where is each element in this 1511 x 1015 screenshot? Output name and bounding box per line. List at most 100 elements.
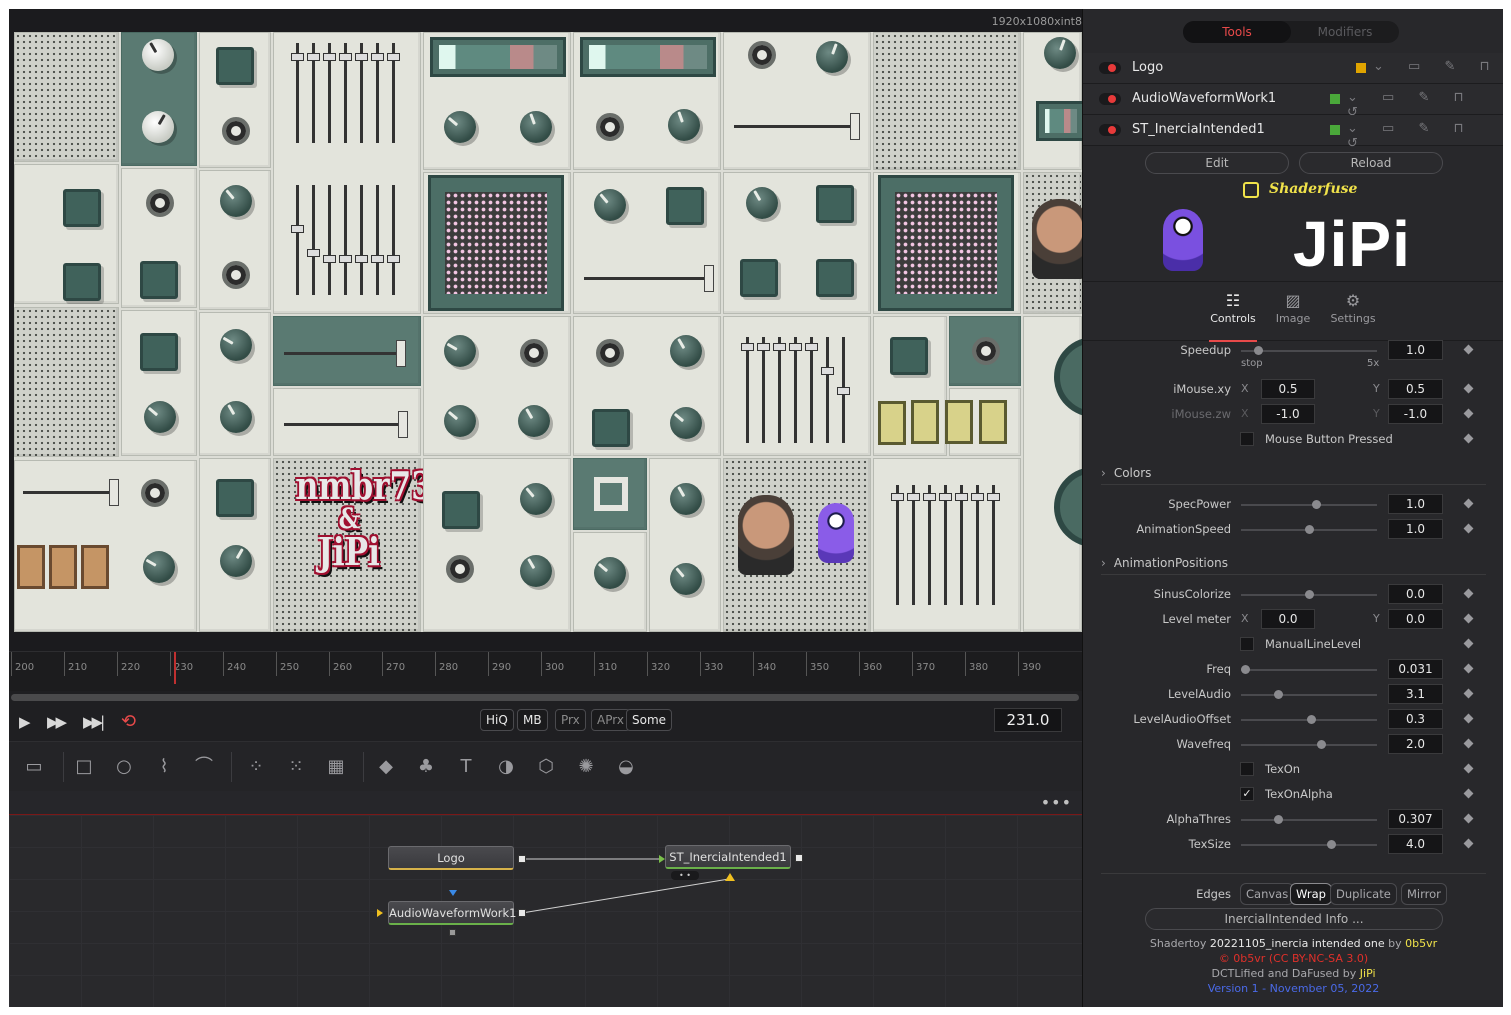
tool-color-swatch[interactable] [1356,63,1366,73]
skip-to-end-icon[interactable]: ▶▶| [83,710,105,734]
specpower-value[interactable]: 1.0 [1388,494,1443,514]
node-st-inercia[interactable]: ST_InerciaIntended1 [665,845,791,869]
timeline-scrollbar[interactable] [11,694,1079,701]
keyframe-icon[interactable] [1463,613,1474,624]
levelaudio-value[interactable]: 3.1 [1388,684,1443,704]
reload-button[interactable]: Reload [1299,152,1443,174]
author-link[interactable]: 0b5vr [1405,937,1437,950]
merge-3d-icon[interactable]: ♣ [413,754,439,780]
alphathres-value[interactable]: 0.307 [1388,809,1443,829]
tab-controls[interactable]: ☷ Controls [1203,290,1263,342]
keyframe-icon[interactable] [1463,713,1474,724]
some-button[interactable]: Some [626,709,673,731]
levelaudiooffset-value[interactable]: 0.3 [1388,709,1443,729]
tool-enable-toggle[interactable] [1099,62,1121,74]
keyframe-icon[interactable] [1463,763,1474,774]
keyframe-icon[interactable] [1463,688,1474,699]
more-options-icon[interactable]: ••• [1041,793,1072,812]
node-output-port[interactable] [518,855,526,863]
jipi-link[interactable]: JiPi [1360,967,1376,980]
wavefreq-value[interactable]: 2.0 [1388,734,1443,754]
particle-tool-icon[interactable]: ▦ [323,754,349,780]
background-tool-icon[interactable]: ▭ [21,754,47,780]
tool-color-swatch[interactable] [1330,94,1340,104]
texsize-value[interactable]: 4.0 [1388,834,1443,854]
levelmeter-y-value[interactable]: 0.0 [1388,609,1443,629]
keyframe-icon[interactable] [1463,638,1474,649]
tab-settings[interactable]: ⚙ Settings [1323,290,1383,325]
manuallinelevel-checkbox[interactable] [1240,637,1254,651]
mouse-pressed-checkbox[interactable] [1240,432,1254,446]
keyframe-icon[interactable] [1463,433,1474,444]
tool-row-icons[interactable]: ⌄ ▭ ✎ ⊓ [1373,59,1500,74]
node-bottom-port[interactable] [449,929,456,936]
texonalpha-checkbox[interactable]: ✓ [1240,787,1254,801]
wavefreq-slider[interactable] [1241,740,1377,749]
animationspeed-value[interactable]: 1.0 [1388,519,1443,539]
aprx-button[interactable]: APrx [591,709,630,731]
keyframe-icon[interactable] [1463,738,1474,749]
tool-enable-toggle[interactable] [1099,124,1121,136]
texon-checkbox[interactable] [1240,762,1254,776]
imouse-w-value[interactable]: -1.0 [1388,404,1443,424]
render-canvas[interactable]: nmbr73 & JiPi [14,32,1082,632]
tool-row-audiowaveform[interactable]: AudioWaveformWork1 ⌄ ▭ ✎ ⊓ ↺ [1083,84,1503,120]
tool-row-st-inercia[interactable]: ST_InerciaIntended1 ⌄ ▭ ✎ ⊓ ↺ [1083,115,1503,151]
colors-section-header[interactable]: › Colors [1101,461,1486,485]
mb-button[interactable]: MB [517,709,548,731]
keyframe-icon[interactable] [1463,344,1474,355]
imouse-x-value[interactable]: 0.5 [1261,379,1315,399]
shaderfuse-label[interactable]: Shaderfuse [1269,181,1357,197]
tool-row-icons[interactable]: ⌄ ▭ ✎ ⊓ ↺ [1347,121,1503,151]
edit-button[interactable]: Edit [1145,152,1289,174]
tool-row-logo[interactable]: Logo ⌄ ▭ ✎ ⊓ [1083,53,1503,84]
speedup-value[interactable]: 1.0 [1388,340,1443,360]
light-3d-icon[interactable]: ✺ [573,754,599,780]
tab-image[interactable]: ▨ Image [1263,290,1323,325]
imouse-y-value[interactable]: 0.5 [1388,379,1443,399]
node-output-port[interactable] [795,854,803,862]
imouse-z-value[interactable]: -1.0 [1261,404,1315,424]
levelaudio-slider[interactable] [1241,690,1377,699]
proxy-button[interactable]: Prx [555,709,586,731]
keyframe-icon[interactable] [1463,498,1474,509]
keyframe-icon[interactable] [1463,523,1474,534]
tool-enable-toggle[interactable] [1099,93,1121,105]
particle-emitter-icon[interactable]: ⁘ [243,754,269,780]
bspline-mask-icon[interactable]: ⌒ [191,754,217,780]
rectangle-mask-icon[interactable]: □ [71,754,97,780]
freq-value[interactable]: 0.031 [1388,659,1443,679]
texsize-slider[interactable] [1241,840,1377,849]
edges-wrap-option[interactable]: Wrap [1290,883,1332,905]
node-logo[interactable]: Logo [388,846,514,870]
current-frame-field[interactable]: 231.0 [994,708,1062,732]
viewer[interactable]: 1920x1080xint8 nmbr73 & JiPi [9,9,1082,651]
keyframe-icon[interactable] [1463,788,1474,799]
ellipse-mask-icon[interactable]: ○ [111,754,137,780]
loop-icon[interactable]: ⟲ [121,710,136,734]
node-output-port[interactable] [518,909,526,917]
keyframe-icon[interactable] [1463,813,1474,824]
levelaudiooffset-slider[interactable] [1241,715,1377,724]
levelmeter-x-value[interactable]: 0.0 [1261,609,1315,629]
keyframe-icon[interactable] [1463,663,1474,674]
edges-duplicate-option[interactable]: Duplicate [1330,883,1397,905]
tool-color-swatch[interactable] [1330,125,1340,135]
node-audio-waveform[interactable]: AudioWaveformWork1 [388,901,517,925]
edges-canvas-option[interactable]: Canvas [1240,883,1295,905]
keyframe-icon[interactable] [1463,383,1474,394]
freq-slider[interactable] [1241,665,1377,674]
animationpositions-section-header[interactable]: › AnimationPositions [1101,551,1486,575]
info-button[interactable]: InercialIntended Info ... [1145,908,1443,930]
node-editor[interactable]: Logo ST_InerciaIntended1 • • AudioWavefo… [9,815,1082,1007]
text-3d-icon[interactable]: T [453,754,479,780]
particle-render-icon[interactable]: ⁙ [283,754,309,780]
specpower-slider[interactable] [1241,500,1377,509]
tab-tools[interactable]: Tools [1183,21,1291,43]
keyframe-icon[interactable] [1463,838,1474,849]
shader-title-link[interactable]: 20221105_inercia intended one [1210,937,1385,950]
playhead[interactable] [174,652,176,684]
fast-forward-icon[interactable]: ▶▶ [47,710,67,734]
sinuscolorize-slider[interactable] [1241,590,1377,599]
sinuscolorize-value[interactable]: 0.0 [1388,584,1443,604]
